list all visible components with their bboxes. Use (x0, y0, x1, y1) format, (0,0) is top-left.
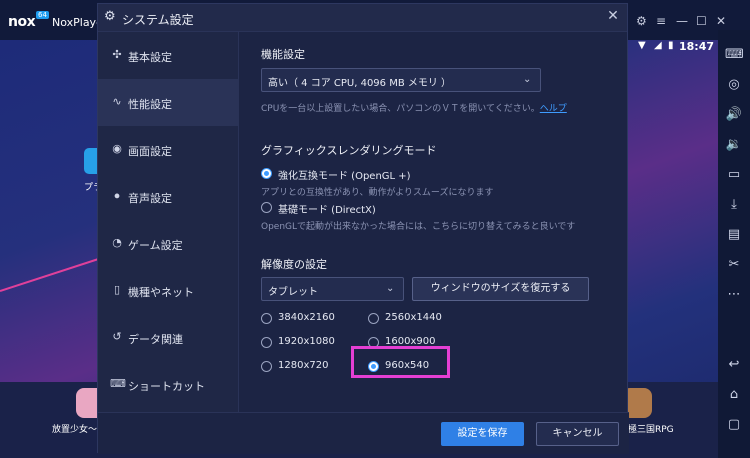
radio-label: 1280x720 (278, 360, 329, 371)
nav-item-label: 基本設定 (128, 51, 172, 64)
resolution-heading: 解像度の設定 (261, 258, 327, 271)
chevron-down-icon: ⌄ (386, 283, 395, 294)
back-icon[interactable]: ↩ (725, 356, 743, 374)
close-icon[interactable]: ✕ (605, 8, 621, 24)
dialog-title: システム設定 (122, 13, 194, 27)
location-icon[interactable]: ◎ (725, 76, 743, 94)
multi-instance-icon[interactable]: ▤ (725, 226, 743, 244)
volume-up-icon[interactable]: 🔊 (725, 106, 743, 124)
keyboard-icon[interactable]: ⌨ (725, 46, 744, 64)
nav-item-game[interactable]: ◔ ゲーム設定 (98, 220, 239, 267)
wifi-icon: ▼ (638, 40, 646, 51)
radio-button[interactable] (261, 202, 272, 213)
performance-select[interactable]: 高い（ 4 コア CPU, 4096 MB メモリ ） ⌄ (261, 68, 541, 92)
radio-label: 3840x2160 (278, 312, 335, 323)
more-icon[interactable]: ⋯ (725, 286, 743, 304)
volume-down-icon[interactable]: 🔉 (725, 136, 743, 154)
signal-icon: ◢ (654, 40, 662, 51)
radio-button[interactable] (261, 168, 272, 179)
nav-item-label: 画面設定 (128, 145, 172, 158)
minimize-icon[interactable]: — (676, 14, 688, 28)
history-icon: ↺ (112, 330, 122, 343)
graphics-opengl-desc: アプリとの互換性があり、動作がよりスムーズになります (261, 188, 494, 198)
close-window-icon[interactable]: ✕ (716, 14, 726, 28)
nav-item-label: 音声設定 (128, 192, 172, 205)
screen-icon[interactable]: ▭ (725, 166, 743, 184)
nav-item-shortcut[interactable]: ⌨ ショートカット (98, 361, 239, 408)
nav-item-device-network[interactable]: ▯ 機種やネット (98, 267, 239, 314)
battery-icon: ▮ (668, 40, 674, 51)
apk-icon[interactable]: ⤓ (725, 196, 743, 214)
nav-item-display[interactable]: ◉ 画面設定 (98, 126, 239, 173)
phone-icon: ▯ (113, 283, 121, 296)
nav-item-data[interactable]: ↺ データ関連 (98, 314, 239, 361)
radio-label: 基礎モード (DirectX) (278, 205, 376, 216)
graphics-heading: グラフィックスレンダリングモード (261, 144, 437, 157)
graphics-directx-desc: OpenGLで起動が出来なかった場合には、こちらに切り替えてみると良いです (261, 222, 576, 232)
nav-item-basic[interactable]: ✣ 基本設定 (98, 32, 239, 79)
decorative-streak (0, 256, 105, 292)
home-icon[interactable]: ⌂ (725, 386, 743, 404)
gamepad-icon: ◔ (112, 236, 122, 249)
radio-button[interactable] (261, 361, 272, 372)
save-button[interactable]: 設定を保存 (441, 422, 524, 446)
nav-item-label: データ関連 (128, 333, 183, 346)
cancel-button[interactable]: キャンセル (536, 422, 619, 446)
palette-icon: ◉ (112, 142, 122, 155)
nav-item-performance[interactable]: ∿ 性能設定 (98, 79, 239, 126)
performance-select-value: 高い（ 4 コア CPU, 4096 MB メモリ ） (268, 78, 452, 89)
gear-icon: ⚙ (104, 9, 116, 24)
performance-hint: CPUを一台以上設置したい場合、パソコンのＶＴを開いてください。ヘルプ (261, 101, 567, 114)
resolution-mode-select[interactable]: タブレット ⌄ (261, 277, 404, 301)
radio-label: 2560x1440 (385, 312, 442, 323)
recent-apps-icon[interactable]: ▢ (725, 416, 743, 434)
settings-icon[interactable]: ⚙ (636, 14, 647, 28)
radio-button[interactable] (261, 313, 272, 324)
performance-heading: 機能設定 (261, 48, 305, 61)
radio-label: 強化互換モード (OpenGL +) (278, 171, 411, 182)
nox-logo: nox (8, 14, 36, 30)
puzzle-icon: ✣ (112, 48, 122, 61)
help-link[interactable]: ヘルプ (540, 104, 567, 114)
maximize-icon[interactable]: ☐ (696, 14, 707, 28)
pulse-icon: ∿ (112, 95, 122, 108)
chevron-down-icon: ⌄ (523, 74, 532, 85)
android-statusbar: ▼ ◢ ▮ 18:47 (632, 40, 718, 54)
nav-item-label: 機種やネット (128, 286, 194, 299)
nav-item-label: ショートカット (128, 380, 205, 393)
menu-icon[interactable]: ≡ (656, 14, 666, 28)
nox-badge: 64 (36, 11, 49, 19)
app-label-sangoku: 極三国RPG (628, 425, 674, 435)
resolution-mode-value: タブレット (268, 287, 318, 298)
radio-button[interactable] (368, 313, 379, 324)
restore-window-size-button[interactable]: ウィンドウのサイズを復元する (412, 277, 589, 301)
nav-item-audio[interactable]: ⦁ 音声設定 (98, 173, 239, 220)
radio-button[interactable] (261, 337, 272, 348)
nav-item-label: ゲーム設定 (128, 239, 183, 252)
settings-dialog: ⚙ システム設定 ✕ ✣ 基本設定 ∿ 性能設定 ◉ 画面設定 ⦁ 音声設定 ◔… (97, 3, 629, 454)
dialog-footer: 設定を保存 キャンセル (98, 412, 629, 454)
performance-hint-text: CPUを一台以上設置したい場合、パソコンのＶＴを開いてください。 (261, 104, 540, 114)
dialog-titlebar: ⚙ システム設定 ✕ (98, 4, 627, 32)
settings-nav: ✣ 基本設定 ∿ 性能設定 ◉ 画面設定 ⦁ 音声設定 ◔ ゲーム設定 ▯ 機種… (98, 32, 239, 412)
scissors-icon[interactable]: ✂ (725, 256, 743, 274)
status-time: 18:47 (678, 40, 714, 53)
nav-item-label: 性能設定 (128, 98, 172, 111)
radio-label: 1920x1080 (278, 336, 335, 347)
keyboard-icon: ⌨ (110, 377, 126, 390)
annotation-highlight-box (351, 346, 450, 378)
emulator-right-toolbar: ⌨ ◎ 🔊 🔉 ▭ ⤓ ▤ ✂ ⋯ ↩ ⌂ ▢ (718, 30, 750, 458)
sound-icon: ⦁ (114, 189, 120, 202)
